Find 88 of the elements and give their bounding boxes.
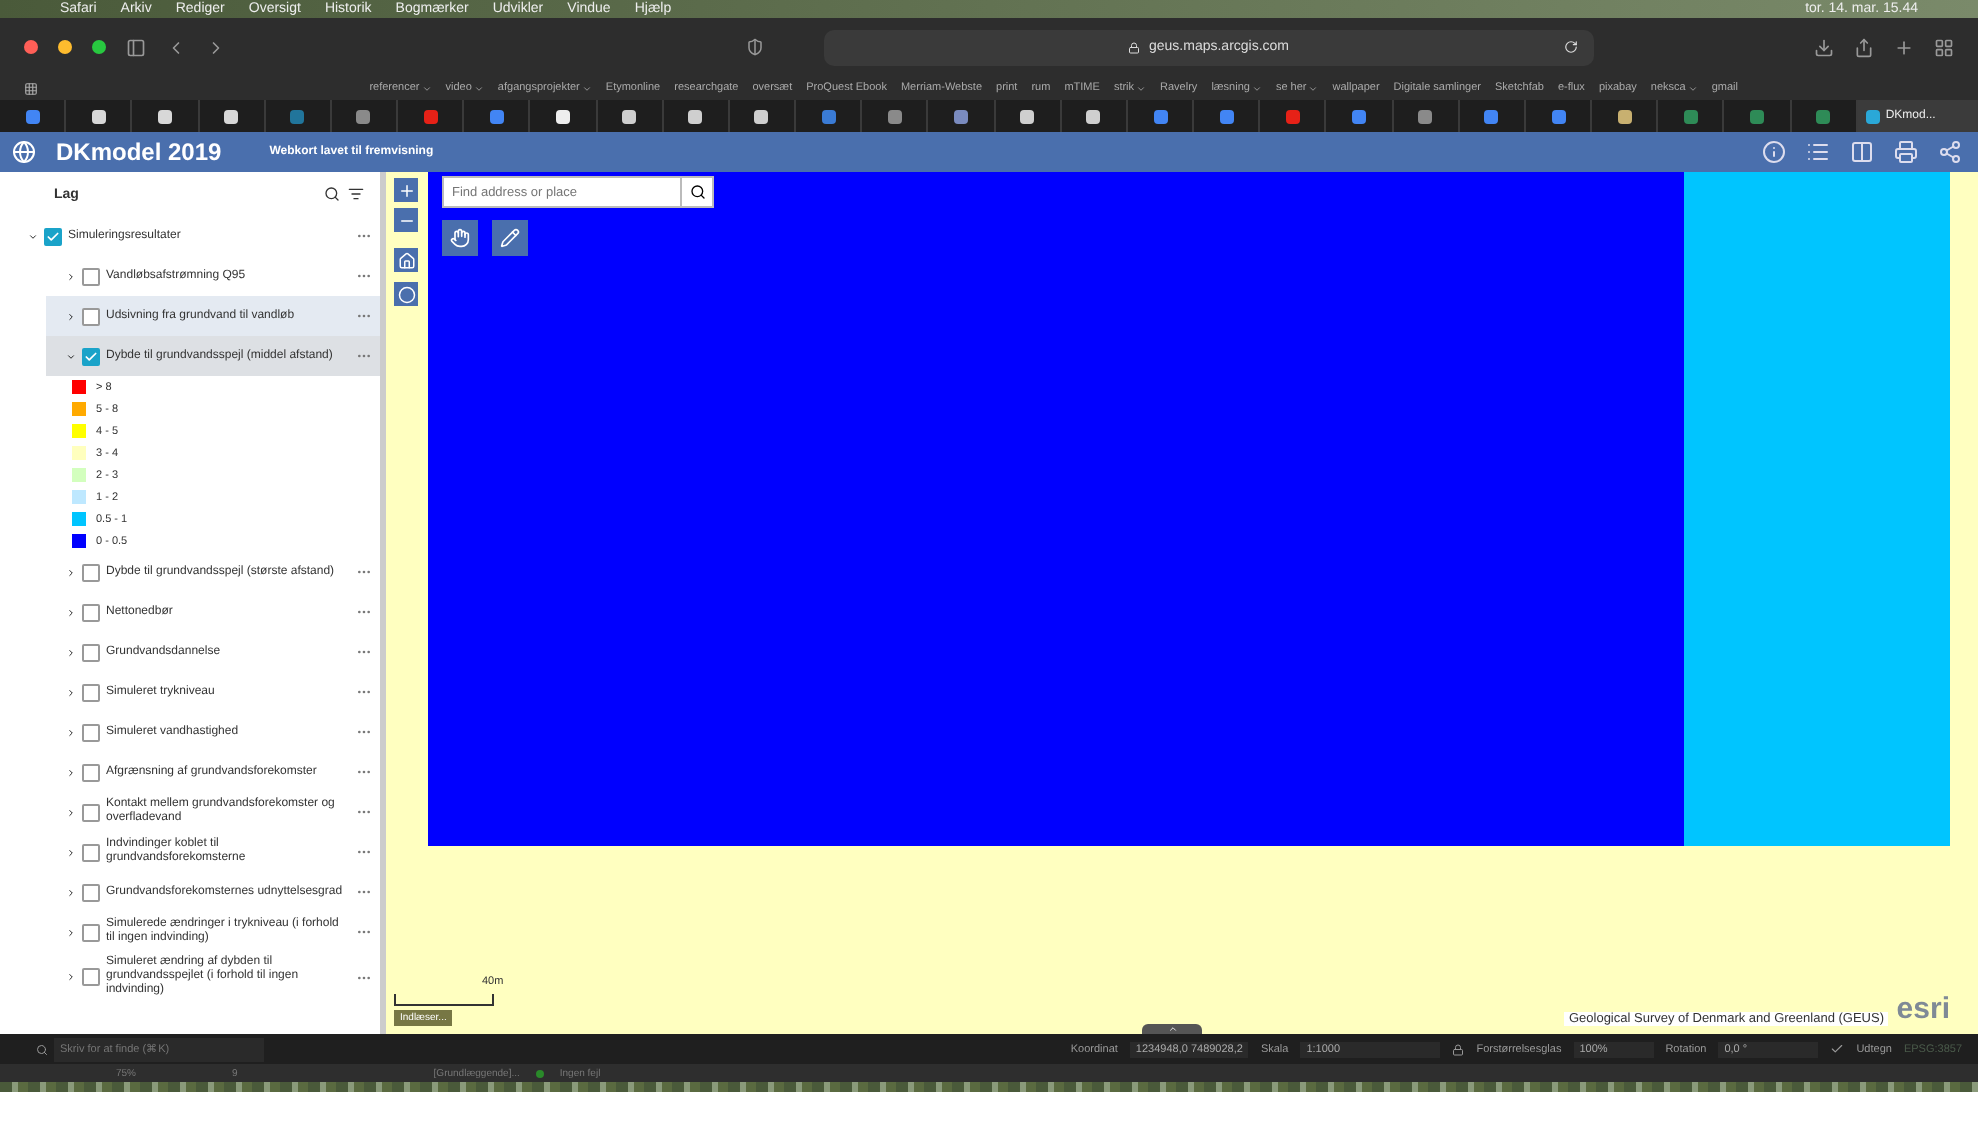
caret-icon <box>1136 83 1147 93</box>
print-button[interactable] <box>1890 136 1922 168</box>
caret-icon[interactable] <box>28 231 38 241</box>
search-icon[interactable] <box>324 186 340 202</box>
checkbox[interactable] <box>82 307 100 325</box>
shield-icon[interactable] <box>746 38 764 56</box>
status-dot-icon <box>535 1069 544 1077</box>
caret-icon[interactable] <box>66 767 76 777</box>
sidebar-icon[interactable] <box>126 37 146 57</box>
pencil-icon <box>500 228 520 248</box>
checkbox[interactable] <box>82 803 100 821</box>
caret-icon[interactable] <box>66 311 76 321</box>
logo-icon <box>12 140 36 164</box>
checkbox[interactable] <box>82 923 100 941</box>
columns-icon <box>1850 140 1874 164</box>
home-icon <box>397 251 415 269</box>
app-title: DKmodel 2019 <box>56 138 222 166</box>
checkbox[interactable] <box>82 883 100 901</box>
scale-bar <box>394 994 494 1006</box>
circle-icon <box>397 285 415 303</box>
search-button[interactable] <box>682 176 714 208</box>
checkbox[interactable] <box>82 267 100 285</box>
compare-button[interactable] <box>1846 136 1878 168</box>
pan-button[interactable] <box>442 220 478 256</box>
caret-icon[interactable] <box>66 271 76 281</box>
caret-icon[interactable] <box>66 807 76 817</box>
new-tab-icon[interactable] <box>1894 37 1914 57</box>
caret-icon[interactable] <box>66 887 76 897</box>
caret-icon[interactable] <box>66 567 76 577</box>
caret-icon[interactable] <box>66 607 76 617</box>
logo-text: esri <box>1896 992 1950 1026</box>
caret-icon[interactable] <box>66 351 76 361</box>
zoom-out-button[interactable] <box>394 208 418 232</box>
render-checkbox[interactable] <box>1830 1042 1845 1056</box>
caret-icon[interactable] <box>66 847 76 857</box>
caret-icon[interactable] <box>66 647 76 657</box>
lock-icon[interactable] <box>1452 1043 1465 1055</box>
caret-icon <box>1308 83 1319 93</box>
home-button[interactable] <box>394 248 418 272</box>
download-icon[interactable] <box>1814 37 1834 57</box>
minimize-button[interactable] <box>58 40 72 54</box>
browser-tab[interactable] <box>597 100 664 132</box>
check-icon <box>46 229 60 243</box>
maximize-button[interactable] <box>92 40 106 54</box>
caret-icon <box>473 83 484 93</box>
caret-icon[interactable] <box>66 727 76 737</box>
browser-tab[interactable] <box>995 100 1062 132</box>
caret-icon[interactable] <box>66 687 76 697</box>
chevron-up-icon <box>1167 1024 1177 1034</box>
share-icon <box>1938 140 1962 164</box>
hand-icon <box>450 228 470 248</box>
printer-icon <box>1894 140 1918 164</box>
checkbox[interactable] <box>82 603 100 621</box>
tab-overview-icon[interactable] <box>1934 37 1954 57</box>
caret-icon <box>421 83 432 93</box>
checkbox[interactable] <box>82 347 100 365</box>
caret-icon <box>1687 83 1698 93</box>
share-icon[interactable] <box>1854 37 1874 57</box>
check-icon <box>84 349 98 363</box>
share-button[interactable] <box>1934 136 1966 168</box>
checkbox[interactable] <box>82 723 100 741</box>
checkbox[interactable] <box>82 683 100 701</box>
close-button[interactable] <box>24 40 38 54</box>
checkbox[interactable] <box>82 763 100 781</box>
reload-icon[interactable] <box>1564 40 1578 54</box>
caret-icon[interactable] <box>66 972 76 982</box>
checkbox[interactable] <box>44 227 62 245</box>
checkbox[interactable] <box>82 563 100 581</box>
filter-icon[interactable] <box>348 186 364 202</box>
grid-icon[interactable] <box>24 81 38 95</box>
caret-icon <box>581 83 592 93</box>
expand-button[interactable] <box>1142 1024 1202 1034</box>
checkbox[interactable] <box>82 843 100 861</box>
plus-icon <box>397 181 415 199</box>
caret-icon <box>1251 83 1262 93</box>
browser-tab[interactable] <box>199 100 266 132</box>
info-icon <box>1762 140 1786 164</box>
draw-button[interactable] <box>492 220 528 256</box>
checkbox[interactable] <box>82 643 100 661</box>
locate-button[interactable] <box>394 282 418 306</box>
search-icon <box>36 1043 48 1055</box>
info-button[interactable] <box>1758 136 1790 168</box>
browser-tab[interactable] <box>663 100 730 132</box>
lock-icon <box>1128 41 1141 53</box>
caret-icon[interactable] <box>66 927 76 937</box>
checkbox[interactable] <box>82 968 100 986</box>
zoom-in-button[interactable] <box>394 178 418 202</box>
search-icon <box>689 184 705 200</box>
